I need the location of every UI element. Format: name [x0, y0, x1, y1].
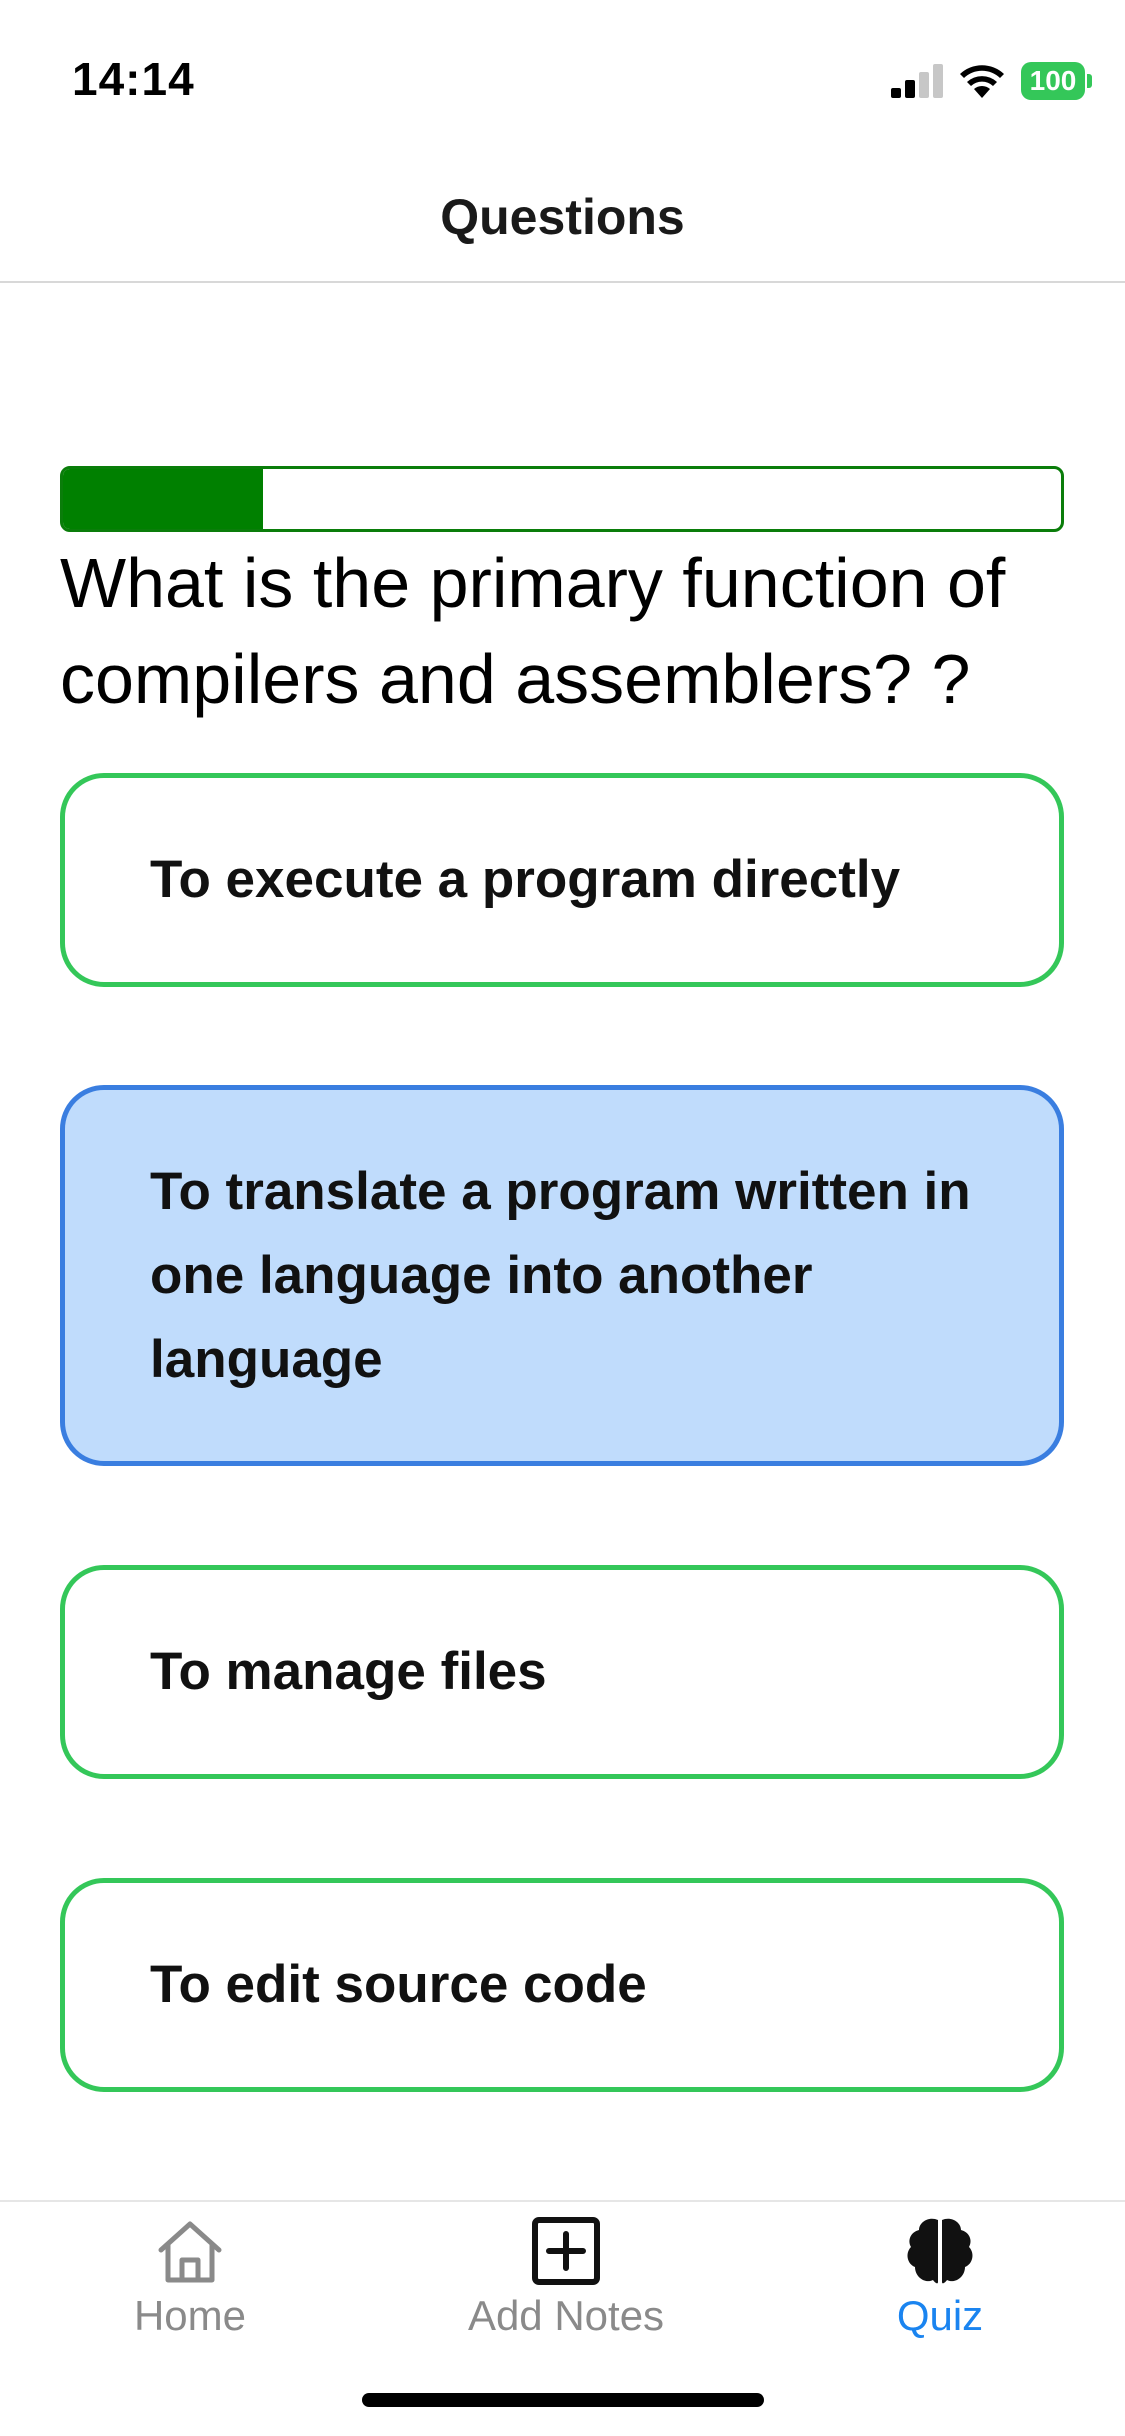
answer-option-2[interactable]: To translate a program written in one la…: [60, 1085, 1064, 1466]
answer-option-label: To manage files: [150, 1642, 547, 1701]
brain-icon: [907, 2218, 973, 2284]
tab-add-notes[interactable]: Add Notes: [416, 2202, 716, 2352]
answer-option-label: To edit source code: [150, 1955, 647, 2014]
tab-label: Add Notes: [467, 2292, 665, 2339]
answer-option-label: To execute a program directly: [150, 850, 901, 909]
wifi-icon: [960, 65, 1004, 98]
battery-tip: [1087, 74, 1092, 88]
quiz-progress-bar: [60, 466, 1064, 532]
status-bar: 14:14 100: [0, 0, 1125, 150]
plus-square-icon: [532, 2217, 600, 2285]
answer-option-4[interactable]: To edit source code: [60, 1878, 1064, 2092]
status-time: 14:14: [72, 53, 195, 105]
tab-label: Home: [133, 2292, 247, 2339]
answer-option-1[interactable]: To execute a program directly: [60, 773, 1064, 987]
home-indicator[interactable]: [362, 2393, 764, 2407]
battery-icon: 100: [1021, 62, 1092, 100]
battery-level: 100: [1021, 62, 1085, 100]
page-title: Questions: [440, 189, 685, 245]
nav-header: Questions: [0, 150, 1125, 283]
home-icon: [158, 2221, 222, 2283]
tab-home[interactable]: Home: [40, 2202, 340, 2352]
answer-option-3[interactable]: To manage files: [60, 1565, 1064, 1779]
quiz-progress-fill: [63, 469, 263, 529]
tab-quiz[interactable]: Quiz: [790, 2202, 1090, 2352]
answer-option-label: To translate a program written in one la…: [150, 1161, 971, 1389]
tab-label: Quiz: [896, 2292, 984, 2339]
question-text: What is the primary function of compiler…: [60, 544, 1006, 718]
cellular-signal-icon: [891, 64, 943, 98]
